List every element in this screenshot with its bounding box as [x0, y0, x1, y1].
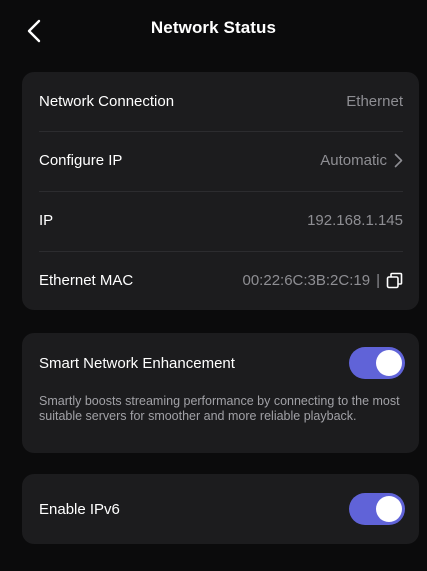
- network-connection-row: Network Connection Ethernet: [22, 72, 419, 131]
- ethernet-mac-value-group: 00:22:6C:3B:2C:19 |: [243, 272, 404, 289]
- ipv6-toggle[interactable]: [349, 493, 405, 525]
- network-connection-label: Network Connection: [39, 93, 175, 110]
- ethernet-mac-label: Ethernet MAC: [39, 272, 134, 289]
- configure-ip-label: Configure IP: [39, 152, 123, 169]
- toggle-knob: [376, 496, 402, 522]
- ethernet-mac-value: 00:22:6C:3B:2C:19: [242, 272, 371, 289]
- chevron-right-icon: [394, 153, 403, 168]
- network-connection-value: Ethernet: [346, 93, 403, 110]
- copy-icon: [386, 272, 403, 289]
- ip-value: 192.168.1.145: [307, 212, 403, 229]
- smart-network-toggle[interactable]: [349, 347, 405, 379]
- toggle-knob: [376, 350, 402, 376]
- smart-network-description: Smartly boosts streaming performance by …: [39, 394, 400, 423]
- ipv6-row: Enable IPv6: [39, 493, 405, 525]
- configure-ip-value-group: Automatic: [320, 152, 403, 169]
- ip-label: IP: [39, 212, 54, 229]
- copy-mac-button[interactable]: [386, 272, 403, 289]
- configure-ip-value: Automatic: [320, 152, 387, 169]
- configure-ip-row[interactable]: Configure IP Automatic: [22, 131, 419, 190]
- ipv6-label: Enable IPv6: [39, 500, 120, 518]
- ipv6-card: Enable IPv6: [22, 474, 419, 544]
- smart-network-label: Smart Network Enhancement: [39, 354, 235, 372]
- network-info-card: Network Connection Ethernet Configure IP…: [22, 72, 419, 310]
- network-status-screen: Network Status Network Connection Ethern…: [0, 0, 427, 571]
- header: Network Status: [0, 0, 427, 62]
- ip-row: IP 192.168.1.145: [22, 191, 419, 250]
- page-title: Network Status: [150, 18, 277, 37]
- ethernet-mac-row: Ethernet MAC 00:22:6C:3B:2C:19 |: [22, 251, 419, 310]
- smart-network-card: Smart Network Enhancement Smartly boosts…: [22, 333, 419, 453]
- smart-network-header: Smart Network Enhancement: [39, 347, 405, 379]
- mac-separator: |: [376, 272, 380, 289]
